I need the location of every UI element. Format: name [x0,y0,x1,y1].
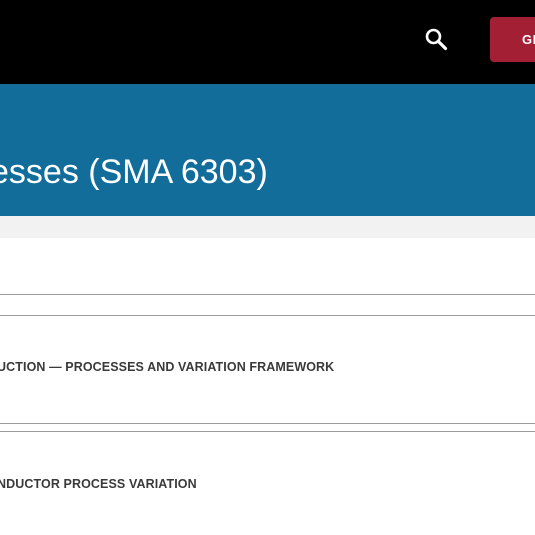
divider [0,294,535,295]
divider [0,423,535,424]
top-navigation-bar: GIVE [0,0,535,84]
give-button[interactable]: GIVE [490,17,535,62]
divider [0,315,535,316]
course-title: esses (SMA 6303) [0,153,268,191]
section-heading-semiconductor-process-variation[interactable]: NDUCTOR PROCESS VARIATION [0,477,197,491]
banner-bottom-strip [0,216,535,238]
section-heading-processes-variation-framework[interactable]: UCTION — PROCESSES AND VARIATION FRAMEWO… [0,360,334,374]
divider [0,431,535,432]
search-icon[interactable] [424,27,448,51]
